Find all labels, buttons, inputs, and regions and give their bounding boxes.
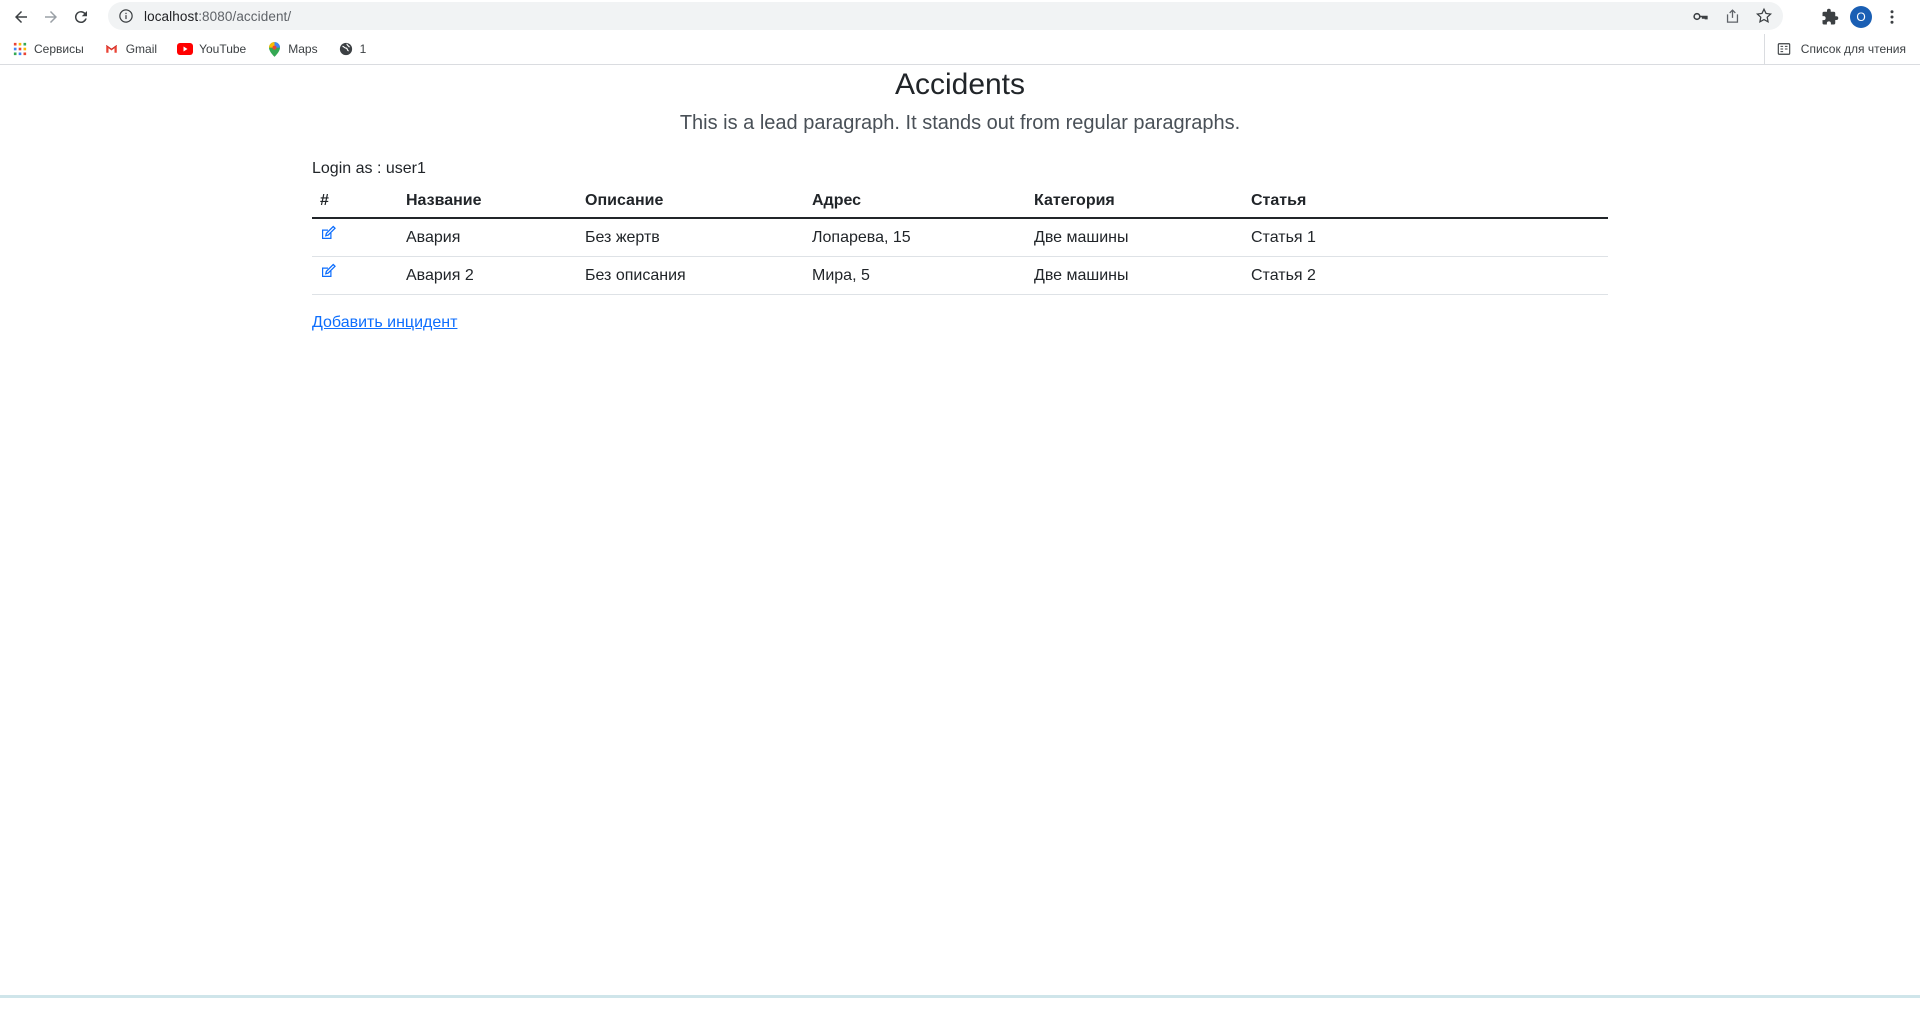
login-status: Login as : user1: [312, 160, 426, 177]
cell-article: Статья 2: [1243, 256, 1608, 295]
globe-icon: [338, 41, 354, 57]
table-row: Авария Без жертв Лопарева, 15 Две машины…: [312, 218, 1608, 257]
cell-name: Авария: [398, 218, 577, 257]
table-header-row: # Название Описание Адрес Категория Стат…: [312, 185, 1608, 219]
page-title: Accidents: [894, 68, 1026, 101]
column-header-description: Описание: [577, 185, 804, 219]
bookmarks-bar: Сервисы Gmail YouTube Maps 1 Список для …: [0, 34, 1920, 65]
bookmark-label: Maps: [288, 42, 318, 56]
bookmark-one[interactable]: 1: [326, 37, 375, 61]
key-icon[interactable]: [1691, 7, 1709, 25]
cell-article: Статья 1: [1243, 218, 1608, 257]
lead-paragraph: This is a lead paragraph. It stands out …: [679, 112, 1241, 134]
bottom-divider: [0, 995, 1920, 998]
cell-description: Без описания: [577, 256, 804, 295]
accidents-table: # Название Описание Адрес Категория Стат…: [312, 185, 1608, 295]
reading-list-label: Список для чтения: [1800, 42, 1906, 56]
bookmark-label: Сервисы: [34, 42, 84, 56]
arrow-right-icon: [45, 11, 57, 23]
reading-list-button[interactable]: Список для чтения: [1763, 34, 1906, 64]
main-container: Login as : user1 # Название Описание Адр…: [312, 157, 1608, 332]
youtube-icon: [177, 41, 194, 57]
arrow-left-icon: [15, 11, 27, 23]
edit-cell: [312, 218, 398, 257]
add-incident-link[interactable]: Добавить инцидент: [312, 314, 457, 332]
edit-cell: [312, 256, 398, 295]
share-icon[interactable]: [1723, 7, 1741, 25]
gmail-icon: [104, 41, 120, 57]
menu-kebab-icon[interactable]: [1882, 7, 1902, 27]
star-bookmark-icon[interactable]: [1755, 7, 1773, 25]
cell-description: Без жертв: [577, 218, 804, 257]
column-header-number: #: [312, 185, 398, 219]
browser-toolbar: localhost:8080/accident/ O: [0, 0, 1920, 34]
cell-category: Две машины: [1026, 256, 1243, 295]
bookmark-label: 1: [359, 42, 367, 56]
bookmark-apps[interactable]: Сервисы: [0, 37, 92, 61]
apps-grid-icon: [12, 41, 28, 57]
column-header-name: Название: [398, 185, 577, 219]
reload-button[interactable]: [66, 2, 96, 32]
edit-icon[interactable]: [320, 225, 336, 241]
bookmark-maps[interactable]: Maps: [254, 37, 325, 61]
table-row: Авария 2 Без описания Мира, 5 Две машины…: [312, 256, 1608, 295]
reload-icon: [74, 11, 87, 24]
back-button[interactable]: [6, 2, 36, 32]
bookmark-youtube[interactable]: YouTube: [165, 37, 254, 61]
page-content: Accidents This is a lead paragraph. It s…: [0, 65, 1920, 999]
cell-name: Авария 2: [398, 256, 577, 295]
column-header-category: Категория: [1026, 185, 1243, 219]
bookmark-label: Gmail: [125, 42, 158, 56]
url-host: localhost: [144, 8, 199, 24]
forward-button[interactable]: [36, 2, 66, 32]
maps-pin-icon: [266, 41, 282, 57]
extensions-puzzle-icon[interactable]: [1820, 7, 1840, 27]
cell-category: Две машины: [1026, 218, 1243, 257]
column-header-article: Статья: [1243, 185, 1608, 219]
edit-icon[interactable]: [320, 263, 336, 279]
cell-address: Лопарева, 15: [804, 218, 1026, 257]
column-header-address: Адрес: [804, 185, 1026, 219]
url-path: :8080/accident/: [198, 8, 292, 24]
bookmark-label: YouTube: [199, 42, 247, 56]
cell-address: Мира, 5: [804, 256, 1026, 295]
bookmark-gmail[interactable]: Gmail: [92, 37, 165, 61]
url-text[interactable]: localhost:8080/accident/: [144, 9, 291, 24]
site-info-icon[interactable]: [118, 8, 134, 24]
address-bar[interactable]: localhost:8080/accident/: [108, 2, 1783, 30]
reading-list-icon: [1777, 41, 1793, 57]
profile-avatar[interactable]: O: [1850, 6, 1872, 28]
